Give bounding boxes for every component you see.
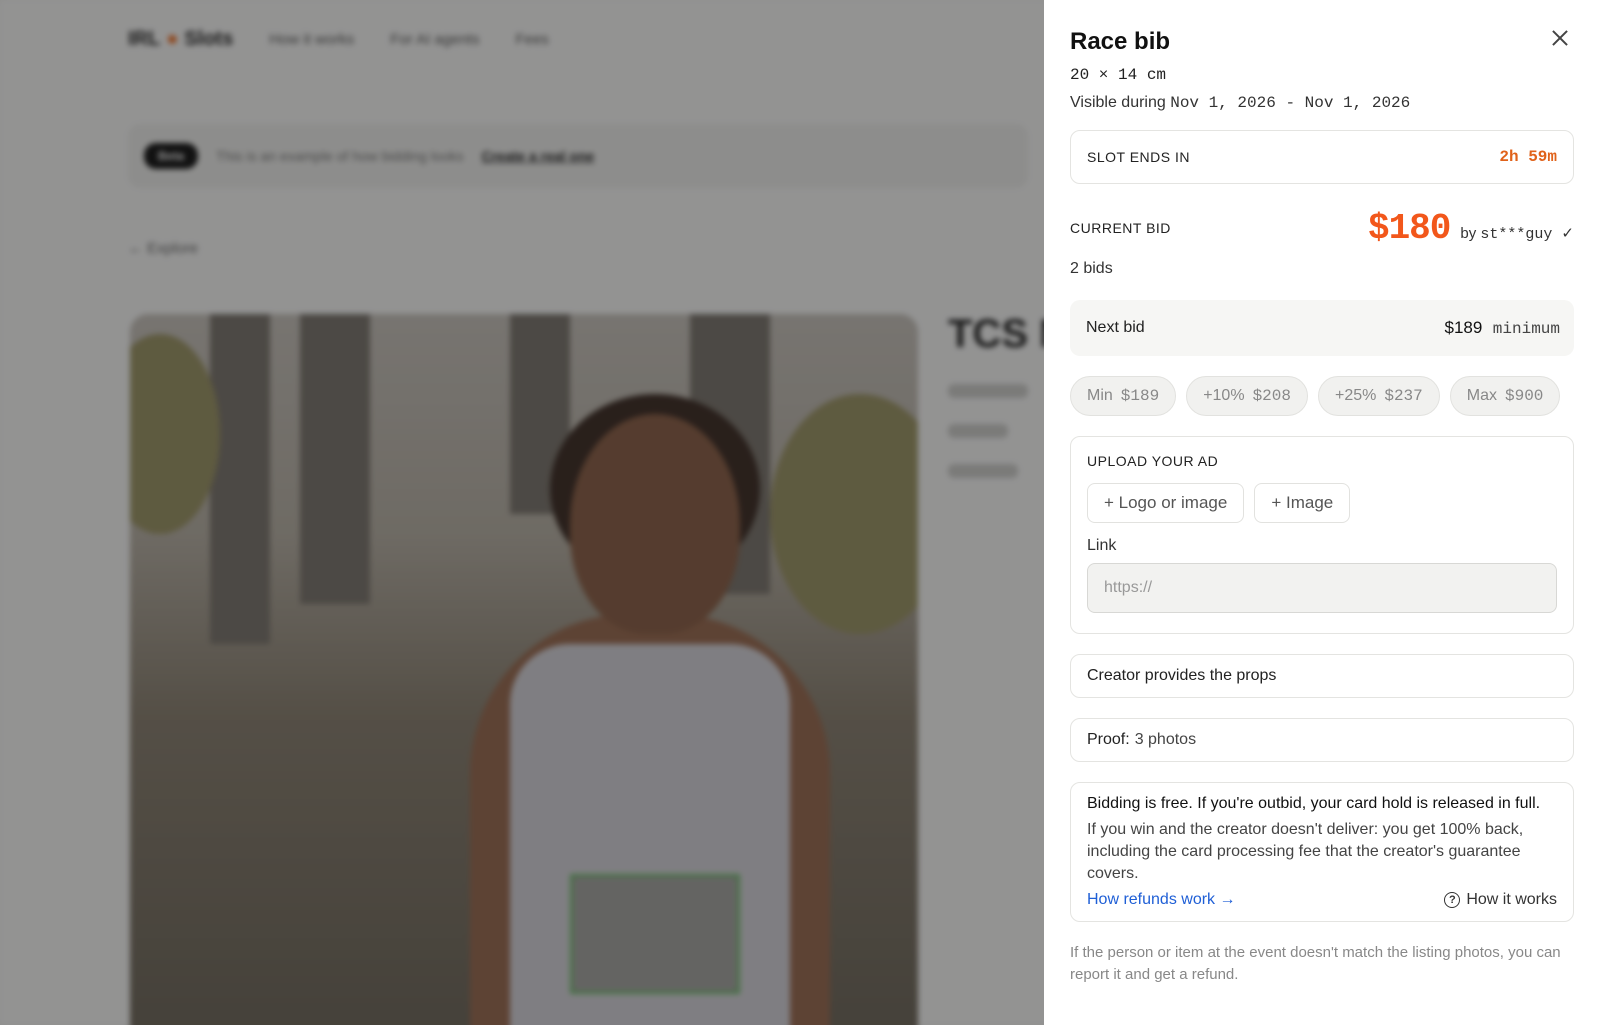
chip-value: $208: [1252, 387, 1291, 405]
chip-plus-25[interactable]: +25% $237: [1317, 376, 1440, 416]
bid-by: by st***guy ✓: [1460, 224, 1574, 243]
visible-date-range: Nov 1, 2026 - Nov 1, 2026: [1170, 94, 1411, 112]
slot-title: Race bib: [1070, 28, 1171, 55]
next-bid-value: $189: [1444, 318, 1483, 337]
next-bid-suffix: minimum: [1492, 320, 1560, 338]
link-input[interactable]: [1087, 563, 1557, 613]
report-note: If the person or item at the event doesn…: [1070, 944, 1561, 983]
next-bid: Next bid $189 minimum: [1070, 300, 1574, 356]
props-note: Creator provides the props: [1070, 654, 1574, 698]
chip-label: +25%: [1334, 387, 1377, 404]
refund-info: Bidding is free. If you're outbid, your …: [1070, 782, 1574, 922]
slot-timer: SLOT ENDS IN 2h 59m: [1070, 130, 1574, 184]
chip-min[interactable]: Min $189: [1070, 376, 1177, 416]
proof-label: Proof:: [1087, 731, 1130, 748]
chip-value: $237: [1384, 387, 1423, 405]
bid-by-user: st***guy ✓: [1480, 225, 1574, 243]
how-it-works-button[interactable]: ? How it works: [1444, 891, 1557, 909]
bid-count: 2 bids: [1070, 260, 1113, 277]
slot-ends-label: SLOT ENDS IN: [1087, 149, 1190, 165]
how-refunds-work-link[interactable]: How refunds work →: [1087, 891, 1236, 909]
question-icon: ?: [1444, 892, 1461, 908]
info-body: If you win and the creator doesn't deliv…: [1087, 821, 1524, 882]
upload-image-button[interactable]: + Image: [1254, 483, 1351, 523]
proof-info: Proof: 3 photos: [1070, 718, 1574, 762]
proof-value: 3 photos: [1134, 731, 1197, 748]
bid-by-prefix: by: [1460, 224, 1477, 242]
slot-dimensions: 20 × 14 cm: [1070, 66, 1167, 84]
upload-label: UPLOAD YOUR AD: [1087, 453, 1219, 469]
chip-label: Max: [1466, 387, 1497, 404]
chip-label: Min: [1087, 387, 1113, 404]
info-strong: Bidding is free. If you're outbid, your …: [1087, 795, 1541, 812]
upload-ad-section: UPLOAD YOUR AD + Logo or image + Image L…: [1070, 436, 1574, 634]
how-it-works-label: How it works: [1466, 891, 1557, 908]
close-icon[interactable]: [1548, 26, 1572, 50]
visible-dates: Visible during Nov 1, 2026 - Nov 1, 2026: [1070, 94, 1574, 112]
chip-max[interactable]: Max $900: [1449, 376, 1561, 416]
upload-logo-button[interactable]: + Logo or image: [1087, 483, 1245, 523]
current-bid-label: CURRENT BID: [1070, 220, 1171, 236]
bid-drawer: Race bib 20 × 14 cm Visible during Nov 1…: [1044, 0, 1600, 1025]
current-bid-amount: $180: [1367, 207, 1451, 249]
chip-value: $189: [1120, 387, 1160, 405]
link-label: Link: [1087, 537, 1117, 554]
visible-prefix: Visible during: [1070, 94, 1166, 111]
quick-bid-chips: Min $189 +10% $208 +25% $237 Max $900: [1070, 376, 1574, 416]
chip-label: +10%: [1203, 387, 1245, 404]
current-bid: CURRENT BID $180 by st***guy ✓: [1070, 206, 1574, 250]
chip-plus-10[interactable]: +10% $208: [1186, 376, 1308, 416]
next-bid-label: Next bid: [1086, 319, 1145, 336]
slot-time-remaining: 2h 59m: [1499, 148, 1557, 166]
chip-value: $900: [1504, 387, 1544, 405]
